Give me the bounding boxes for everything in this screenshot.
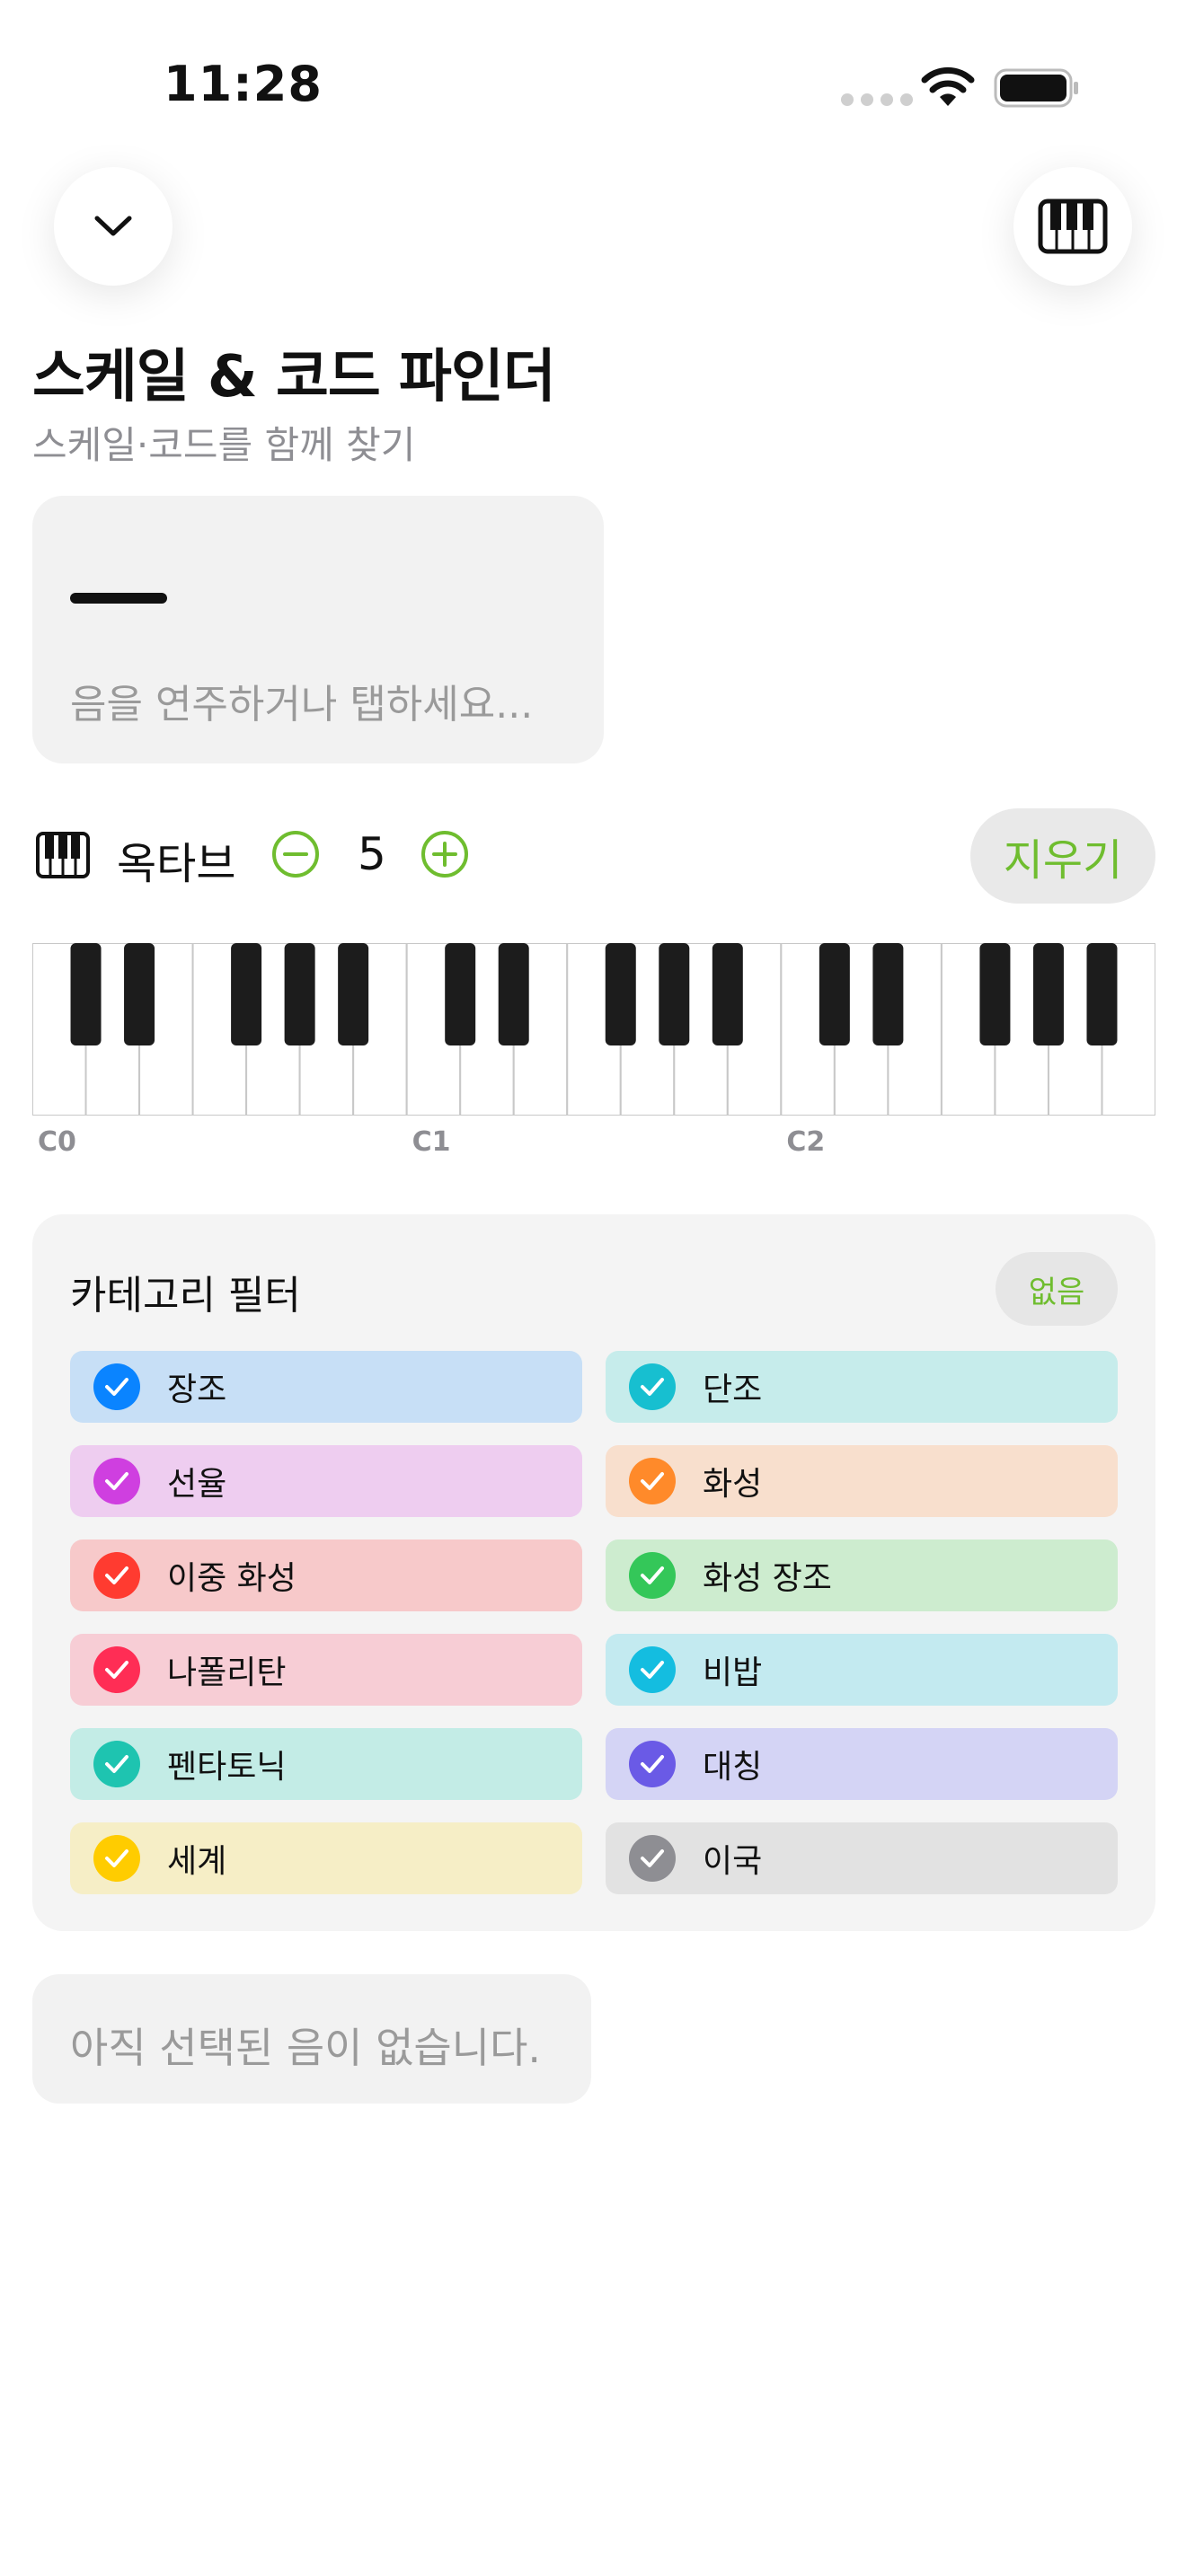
black-key[interactable] <box>284 943 315 1045</box>
category-chip-label: 장조 <box>167 1372 227 1408</box>
category-chip[interactable]: 이중 화성 <box>70 1539 582 1611</box>
category-chip-label: 이국 <box>703 1843 763 1880</box>
octave-controls: 옥타브 5 지우기 <box>32 808 1155 904</box>
black-key[interactable] <box>445 943 476 1045</box>
checkmark-icon <box>93 1363 140 1410</box>
checkmark-icon <box>93 1646 140 1693</box>
note-value-placeholder-dash <box>70 593 167 604</box>
black-key[interactable] <box>1032 943 1064 1045</box>
octave-start-label: C0 <box>38 1126 76 1158</box>
category-chip[interactable]: 나폴리탄 <box>70 1634 582 1706</box>
page-subtitle: 스케일·코드를 함께 찾기 <box>32 423 416 467</box>
checkmark-icon <box>629 1741 676 1787</box>
checkmark-icon <box>93 1552 140 1599</box>
black-key[interactable] <box>872 943 904 1045</box>
black-key[interactable] <box>659 943 690 1045</box>
octave-decrease-button[interactable] <box>271 830 320 878</box>
category-chip-label: 화성 <box>703 1466 763 1503</box>
category-chip-label: 단조 <box>703 1372 763 1408</box>
category-chip[interactable]: 비밥 <box>606 1634 1118 1706</box>
filter-title: 카테고리 필터 <box>70 1273 301 1319</box>
category-chip-label: 세계 <box>167 1843 227 1880</box>
black-key[interactable] <box>819 943 850 1045</box>
checkmark-icon <box>93 1741 140 1787</box>
piano-icon <box>1038 198 1108 254</box>
category-chip-label: 비밥 <box>703 1654 763 1691</box>
black-key[interactable] <box>338 943 369 1045</box>
note-input-area[interactable]: 음을 연주하거나 탭하세요... <box>32 496 604 763</box>
category-chip[interactable]: 선율 <box>70 1445 582 1517</box>
wifi-icon <box>921 66 975 106</box>
piano-keyboard[interactable] <box>32 943 1155 1116</box>
category-filter-card: 카테고리 필터 없음 장조 단조선율 화성이중 화성 화성 장조나폴리탄 비밥펜타토닉 대… <box>32 1214 1155 1931</box>
black-key[interactable] <box>124 943 155 1045</box>
checkmark-icon <box>93 1458 140 1504</box>
category-chip[interactable]: 대칭 <box>606 1728 1118 1800</box>
category-chip[interactable]: 이국 <box>606 1822 1118 1894</box>
category-chip[interactable]: 화성 장조 <box>606 1539 1118 1611</box>
category-chip-label: 나폴리탄 <box>167 1654 287 1691</box>
chevron-down-icon <box>94 216 132 236</box>
checkmark-icon <box>629 1835 676 1882</box>
checkmark-icon <box>629 1552 676 1599</box>
black-key[interactable] <box>498 943 529 1045</box>
category-chip-label: 선율 <box>167 1466 227 1503</box>
category-chip[interactable]: 단조 <box>606 1351 1118 1423</box>
octave-value: 5 <box>358 828 386 880</box>
piano-mode-button[interactable] <box>1013 167 1132 286</box>
category-chip[interactable]: 세계 <box>70 1822 582 1894</box>
category-chip-label: 대칭 <box>703 1749 763 1786</box>
status-time: 11:28 <box>164 56 323 112</box>
keyboard-octave-labels: C0 C1 C2 <box>32 1126 1155 1162</box>
checkmark-icon <box>629 1363 676 1410</box>
category-chip[interactable]: 화성 <box>606 1445 1118 1517</box>
filter-none-button[interactable]: 없음 <box>996 1252 1118 1326</box>
black-key[interactable] <box>1086 943 1118 1045</box>
octave-start-label: C2 <box>786 1126 826 1158</box>
octave-increase-button[interactable] <box>420 830 469 878</box>
status-bar: 11:28 <box>0 0 1186 171</box>
category-chip-label: 이중 화성 <box>167 1560 296 1597</box>
black-key[interactable] <box>712 943 743 1045</box>
octave-label: 옥타브 <box>117 839 236 889</box>
black-key[interactable] <box>605 943 636 1045</box>
clear-button[interactable]: 지우기 <box>970 808 1155 904</box>
note-input-placeholder: 음을 연주하거나 탭하세요... <box>70 682 534 728</box>
piano-keys-icon <box>36 832 90 878</box>
category-chip[interactable]: 펜타토닉 <box>70 1728 582 1800</box>
category-chip[interactable]: 장조 <box>70 1351 582 1423</box>
category-chip-label: 화성 장조 <box>703 1560 832 1597</box>
black-key[interactable] <box>231 943 262 1045</box>
checkmark-icon <box>93 1835 140 1882</box>
collapse-button[interactable] <box>54 167 173 286</box>
category-chip-label: 펜타토닉 <box>167 1749 287 1786</box>
checkmark-icon <box>629 1458 676 1504</box>
checkmark-icon <box>629 1646 676 1693</box>
cellular-signal-icon <box>841 93 913 106</box>
black-key[interactable] <box>70 943 102 1045</box>
page-title: 스케일 & 코드 파인더 <box>32 344 556 410</box>
black-key[interactable] <box>979 943 1011 1045</box>
empty-state-message: 아직 선택된 음이 없습니다. <box>70 2024 542 2072</box>
empty-state: 아직 선택된 음이 없습니다. <box>32 1974 591 2104</box>
battery-icon <box>994 68 1078 108</box>
octave-start-label: C1 <box>412 1126 451 1158</box>
